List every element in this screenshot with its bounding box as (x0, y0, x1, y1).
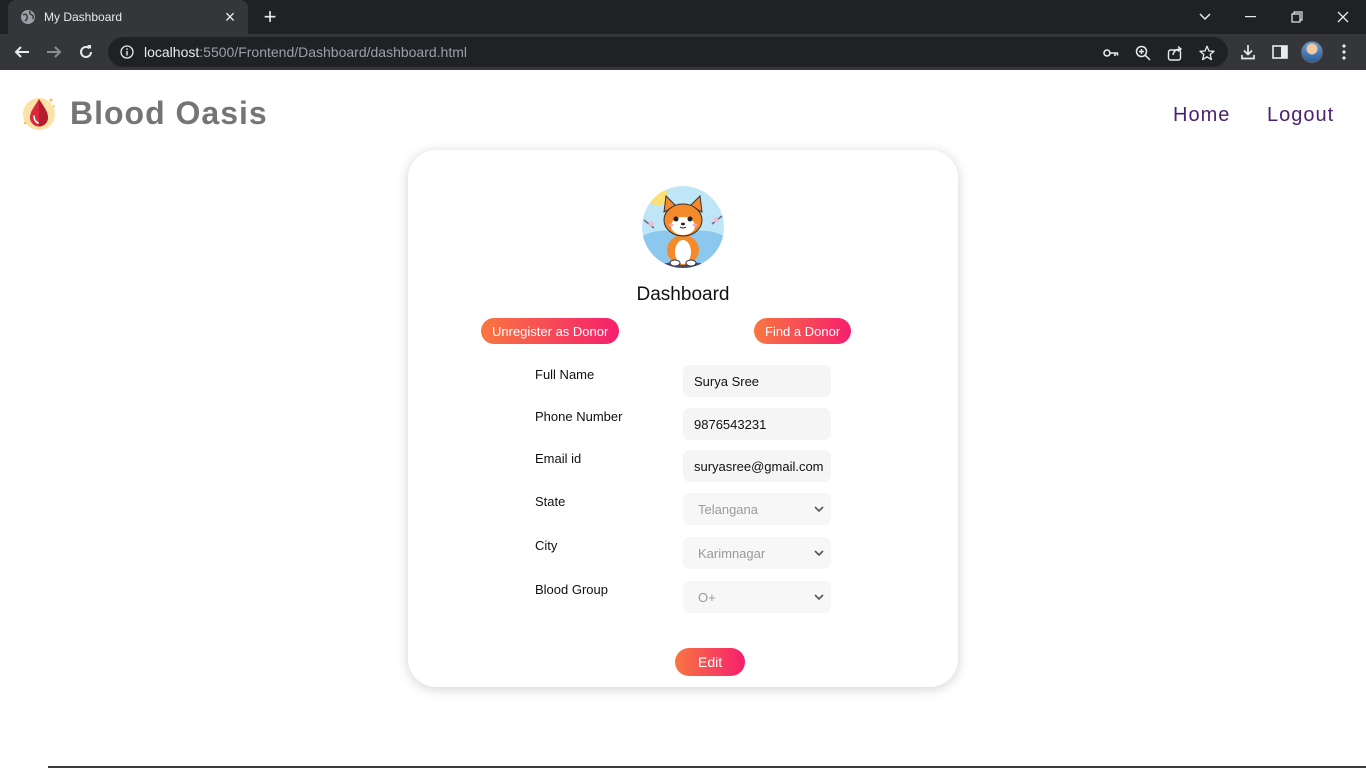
state-select-value: Telangana (698, 501, 758, 517)
chevron-down-icon (813, 503, 825, 515)
minimize-icon[interactable] (1228, 0, 1274, 34)
email-label: Email id (535, 451, 582, 466)
tab-close-icon[interactable]: × (222, 8, 238, 26)
browser-toolbar: localhost:5500/Frontend/Dashboard/dashbo… (0, 34, 1366, 70)
phone-number-label: Phone Number (535, 409, 623, 424)
nav-home-link[interactable]: Home (1173, 104, 1230, 127)
address-bar[interactable]: localhost:5500/Frontend/Dashboard/dashbo… (108, 37, 1228, 67)
browser-tab-strip: My Dashboard × + (0, 0, 1366, 34)
more-menu-icon[interactable] (1334, 42, 1354, 62)
full-name-label: Full Name (535, 367, 595, 382)
find-donor-button[interactable]: Find a Donor (754, 318, 852, 344)
close-window-icon[interactable] (1320, 0, 1366, 34)
share-icon[interactable] (1166, 44, 1184, 62)
blood-drop-logo-icon (20, 94, 58, 132)
profile-avatar-icon[interactable] (1300, 40, 1324, 64)
dashboard-card: Dashboard Unregister as Donor Find a Don… (408, 150, 958, 687)
side-panel-icon[interactable] (1270, 42, 1290, 62)
page: Blood Oasis Home Logout Dashboard Unregi… (0, 70, 1366, 768)
city-select[interactable]: Karimnagar (683, 537, 831, 569)
chevron-down-icon (813, 547, 825, 559)
url-text: localhost:5500/Frontend/Dashboard/dashbo… (144, 44, 467, 60)
city-select-value: Karimnagar (698, 545, 766, 561)
url-path: :5500/Frontend/Dashboard/dashboard.html (199, 44, 467, 60)
browser-tab[interactable]: My Dashboard × (8, 0, 248, 34)
info-icon[interactable] (120, 45, 134, 59)
reload-icon[interactable] (72, 38, 100, 66)
shiba-cat-avatar-icon (642, 186, 724, 268)
full-name-field[interactable] (683, 365, 831, 397)
unregister-donor-button[interactable]: Unregister as Donor (481, 318, 620, 344)
chevron-down-icon (813, 591, 825, 603)
key-icon[interactable] (1102, 44, 1120, 62)
email-field[interactable] (683, 450, 831, 482)
edit-button[interactable]: Edit (675, 648, 746, 676)
state-select[interactable]: Telangana (683, 493, 831, 525)
url-host: localhost (144, 44, 200, 60)
zoom-icon[interactable] (1134, 44, 1152, 62)
dashboard-title: Dashboard (636, 284, 730, 305)
bookmark-star-icon[interactable] (1198, 44, 1216, 62)
brand-name: Blood Oasis (70, 94, 268, 131)
back-arrow-icon[interactable] (8, 38, 36, 66)
tab-title: My Dashboard (44, 10, 123, 24)
globe-icon (20, 9, 36, 25)
forward-arrow-icon[interactable] (40, 38, 68, 66)
blood-group-label: Blood Group (535, 582, 608, 597)
tab-search-chevron-icon[interactable] (1182, 0, 1228, 34)
download-icon[interactable] (1238, 42, 1258, 62)
city-label: City (535, 538, 558, 553)
new-tab-icon[interactable]: + (258, 6, 282, 28)
phone-number-field[interactable] (683, 408, 831, 440)
profile-avatar (642, 186, 724, 268)
blood-group-select[interactable]: O+ (683, 581, 831, 613)
blood-group-select-value: O+ (698, 589, 716, 605)
brand[interactable]: Blood Oasis (20, 94, 268, 132)
restore-icon[interactable] (1274, 0, 1320, 34)
nav-logout-link[interactable]: Logout (1267, 104, 1334, 127)
state-label: State (535, 494, 566, 509)
